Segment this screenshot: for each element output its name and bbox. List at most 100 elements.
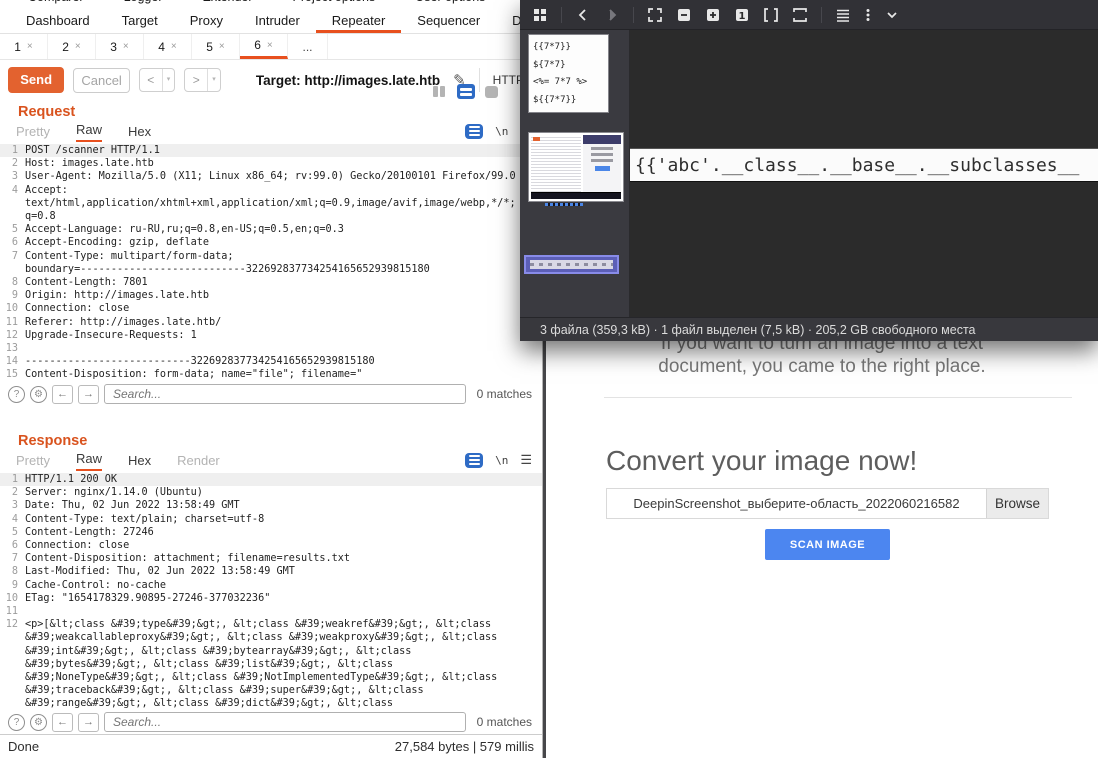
repeater-tab-5[interactable]: 5× — [192, 34, 240, 59]
tab-number: 5 — [206, 40, 213, 54]
code-line: &#39;bytes&#39;&gt;, &lt;class &#39;list… — [0, 658, 542, 671]
request-match-count: 0 matches — [477, 387, 532, 401]
list-view-icon[interactable] — [835, 7, 851, 23]
tab-raw[interactable]: Raw — [76, 451, 102, 471]
payload-image-thumbnail[interactable]: {{7*7}}${7*7}<%= 7*7 %>${{7*7}} — [528, 34, 609, 113]
editor-menu-icon[interactable]: ☰ — [520, 452, 532, 468]
layout-columns-icon[interactable] — [431, 85, 447, 98]
code-line: 15Content-Disposition: form-data; name="… — [0, 368, 542, 381]
menu-tab-dashboard[interactable]: Dashboard — [10, 9, 106, 33]
next-match-button[interactable]: → — [78, 385, 99, 404]
line-text: Server: nginx/1.14.0 (Ubuntu) — [25, 487, 203, 498]
line-text: Date: Thu, 02 Jun 2022 13:58:49 GMT — [25, 500, 240, 511]
layout-rows-icon[interactable] — [457, 84, 475, 99]
prev-match-button[interactable]: ← — [52, 713, 73, 732]
nav-back-icon[interactable] — [575, 7, 591, 23]
menu-tab-logger[interactable]: Logger — [124, 0, 163, 4]
line-number: 5 — [0, 526, 18, 539]
repeater-tab-4[interactable]: 4× — [144, 34, 192, 59]
menu-tab-user-options[interactable]: User options — [415, 0, 485, 4]
selected-text-thumbnail[interactable] — [524, 255, 619, 274]
menu-tab-extender[interactable]: Extender — [203, 0, 253, 4]
repeater-tab-6[interactable]: 6× — [240, 34, 288, 59]
fit-height-icon[interactable] — [792, 7, 808, 23]
prev-match-button[interactable]: ← — [52, 385, 73, 404]
prettify-icon[interactable] — [465, 124, 483, 139]
more-options-icon[interactable] — [864, 7, 872, 23]
response-editor-tabs: Pretty Raw Hex Render \n ☰ — [0, 449, 542, 471]
show-newlines-icon[interactable]: \n — [495, 125, 508, 138]
menu-tab-proxy[interactable]: Proxy — [174, 9, 239, 33]
response-search-input[interactable] — [104, 712, 466, 732]
repeater-tab-3[interactable]: 3× — [96, 34, 144, 59]
line-number: 11 — [0, 605, 18, 618]
screenshot-thumbnail[interactable] — [528, 132, 624, 202]
code-line: 9Origin: http://images.late.htb — [0, 289, 542, 302]
request-editor-tabs: PrettyRawHex \n ☰ — [0, 120, 542, 142]
help-icon[interactable]: ? — [8, 714, 25, 731]
menu-tab-repeater[interactable]: Repeater — [316, 9, 401, 33]
history-forward-button[interactable]: > ▾ — [184, 68, 221, 92]
tab-render[interactable]: Render — [177, 453, 220, 471]
viewer-canvas[interactable]: {{'abc'.__class__.__base__.__subclasses_… — [630, 30, 1098, 317]
line-text: text/html,application/xhtml+xml,applicat… — [25, 198, 516, 209]
line-text: POST /scanner HTTP/1.1 — [25, 145, 160, 156]
close-icon[interactable]: × — [219, 41, 225, 52]
divider — [604, 397, 1072, 398]
browse-button[interactable]: Browse — [986, 489, 1048, 518]
fit-window-icon[interactable] — [647, 7, 663, 23]
response-stats-label: 27,584 bytes | 579 millis — [395, 739, 534, 754]
tab-pretty[interactable]: Pretty — [16, 453, 50, 471]
chevron-down-icon[interactable]: ▾ — [162, 69, 175, 91]
response-search-bar: ? ⚙ ← → 0 matches — [0, 709, 542, 735]
close-icon[interactable]: × — [123, 41, 129, 52]
thumbnails-grid-icon[interactable] — [532, 7, 548, 23]
menu-tab-comparer[interactable]: Comparer — [28, 0, 84, 4]
gear-icon[interactable]: ⚙ — [30, 714, 47, 731]
menu-tab-sequencer[interactable]: Sequencer — [401, 9, 496, 33]
repeater-tab-1[interactable]: 1× — [0, 34, 48, 59]
menu-tab-project-options[interactable]: Project options — [293, 0, 376, 4]
menu-tab-target[interactable]: Target — [106, 9, 174, 33]
target-url-label: Target: http://images.late.htb — [256, 73, 440, 88]
zoom-original-icon[interactable]: 1 — [734, 7, 750, 23]
next-match-button[interactable]: → — [78, 713, 99, 732]
send-button[interactable]: Send — [8, 67, 64, 93]
close-icon[interactable]: × — [75, 41, 81, 52]
menu-tab-intruder[interactable]: Intruder — [239, 9, 316, 33]
request-search-input[interactable] — [104, 384, 466, 404]
close-icon[interactable]: × — [27, 41, 33, 52]
zoom-in-icon[interactable] — [705, 7, 721, 23]
line-number: 12 — [0, 618, 18, 631]
prettify-icon[interactable] — [465, 453, 483, 468]
chevron-down-icon[interactable]: ▾ — [207, 69, 220, 91]
line-text: Content-Type: multipart/form-data; — [25, 251, 234, 262]
dropdown-icon[interactable] — [885, 7, 899, 23]
tab-hex[interactable]: Hex — [128, 453, 151, 471]
file-upload-field[interactable]: DeepinScreenshot_выберите-область_202206… — [606, 488, 1049, 519]
tab-pretty[interactable]: Pretty — [16, 124, 50, 142]
fit-width-icon[interactable] — [763, 7, 779, 23]
close-icon[interactable]: × — [267, 40, 273, 51]
code-line: 9Cache-Control: no-cache — [0, 579, 542, 592]
tab-hex[interactable]: Hex — [128, 124, 151, 142]
status-done-label: Done — [8, 739, 39, 754]
nav-forward-icon[interactable] — [604, 7, 620, 23]
zoom-out-icon[interactable] — [676, 7, 692, 23]
cancel-button[interactable]: Cancel — [73, 68, 130, 93]
request-raw-content[interactable]: 1POST /scanner HTTP/1.12Host: images.lat… — [0, 144, 542, 381]
scan-image-button[interactable]: SCAN IMAGE — [765, 529, 890, 560]
close-icon[interactable]: × — [171, 41, 177, 52]
code-line: 1POST /scanner HTTP/1.1 — [0, 144, 542, 157]
line-text: Host: images.late.htb — [25, 158, 154, 169]
repeater-tab-2[interactable]: 2× — [48, 34, 96, 59]
help-icon[interactable]: ? — [8, 386, 25, 403]
tab-raw[interactable]: Raw — [76, 122, 102, 142]
layout-single-icon[interactable] — [485, 86, 498, 98]
history-back-button[interactable]: < ▾ — [139, 68, 176, 92]
code-line: 10Connection: close — [0, 302, 542, 315]
show-newlines-icon[interactable]: \n — [495, 454, 508, 467]
gear-icon[interactable]: ⚙ — [30, 386, 47, 403]
response-raw-content[interactable]: 1HTTP/1.1 200 OK2Server: nginx/1.14.0 (U… — [0, 473, 542, 709]
repeater-tab-more[interactable]: ... — [288, 34, 328, 59]
